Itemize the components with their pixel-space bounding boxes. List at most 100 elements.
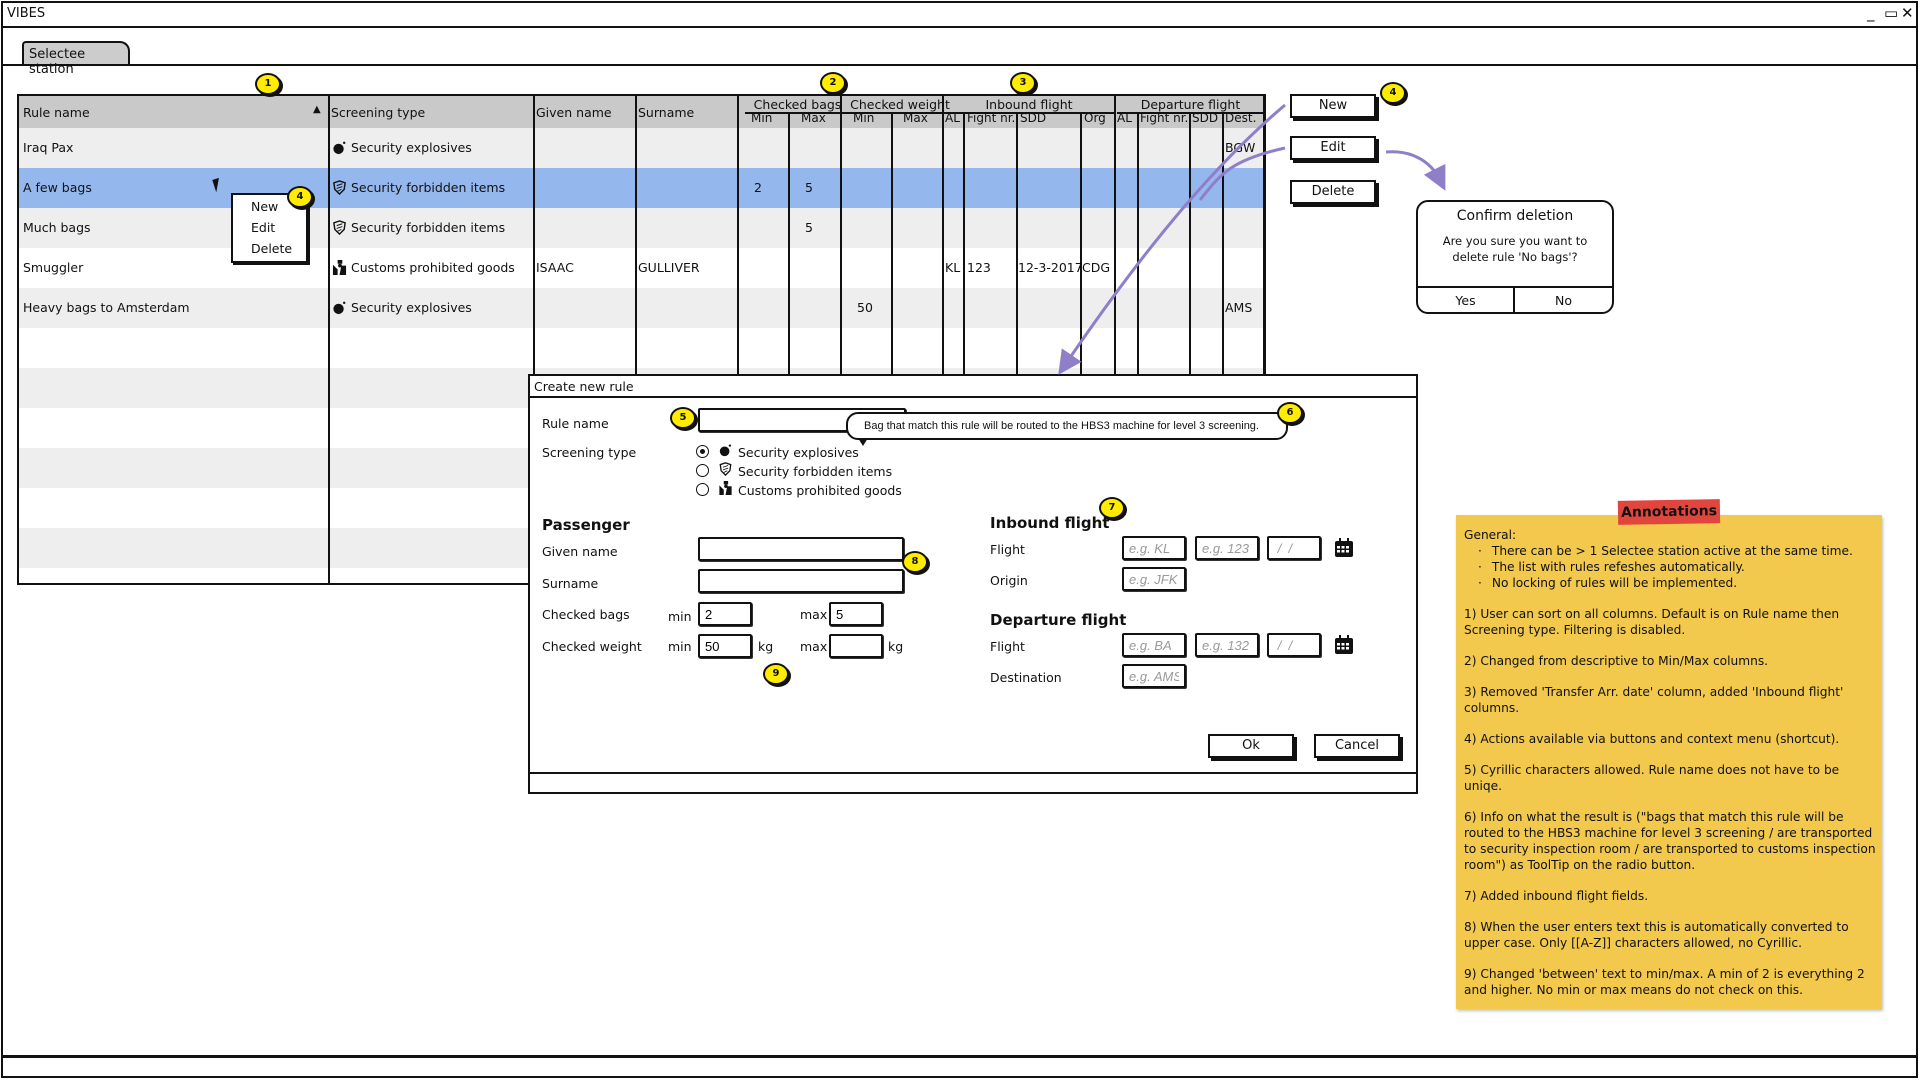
column-divider[interactable] (891, 113, 893, 376)
general-item: There can be > 1 Selectee station active… (1478, 543, 1876, 559)
inbound-airline-input[interactable] (1122, 536, 1186, 560)
confirm-dialog-buttons: Yes No (1418, 286, 1612, 314)
origin-input[interactable] (1122, 567, 1186, 591)
column-divider[interactable] (1080, 113, 1082, 376)
screening-tooltip: Bag that match this rule will be routed … (846, 412, 1288, 440)
cell-screening-type: Customs prohibited goods (332, 260, 515, 275)
column-divider[interactable] (1114, 96, 1116, 376)
inbound-flight-label: Flight (990, 542, 1025, 557)
bomb-icon (719, 444, 732, 457)
general-list: There can be > 1 Selectee station active… (1478, 543, 1876, 591)
cell-in-org: CDG (1082, 260, 1111, 275)
customs-officer-icon (719, 481, 732, 495)
col-header-inbound-sdd[interactable]: SDD (1020, 111, 1046, 125)
context-menu-edit[interactable]: Edit (251, 220, 275, 235)
option-security-explosives[interactable]: Security explosives (738, 445, 859, 460)
cell-screening-type: Security forbidden items (332, 180, 505, 196)
calendar-icon[interactable] (1334, 538, 1354, 558)
departure-airline-input[interactable] (1122, 633, 1186, 657)
radio-security-forbidden-items[interactable] (696, 464, 709, 477)
delete-button[interactable]: Delete (1290, 180, 1376, 204)
context-menu-new[interactable]: New (251, 199, 278, 214)
column-divider[interactable] (328, 96, 330, 583)
cell-rule-name: A few bags (23, 180, 92, 195)
col-header-surname[interactable]: Surname (638, 105, 694, 120)
table-row[interactable] (19, 288, 1264, 328)
new-button[interactable]: New (1290, 94, 1376, 118)
annotation-note: 5) Cyrillic characters allowed. Rule nam… (1464, 763, 1840, 793)
close-button[interactable]: ✕ (1901, 5, 1914, 21)
no-button[interactable]: No (1515, 288, 1612, 314)
annotation-note: 7) Added inbound flight fields. (1464, 889, 1649, 903)
callout-marker: 6 (1277, 402, 1303, 424)
ok-button[interactable]: Ok (1208, 734, 1294, 758)
column-divider[interactable] (963, 113, 965, 376)
calendar-icon[interactable] (1334, 635, 1354, 655)
table-row[interactable] (19, 208, 1264, 248)
col-header-inbound-al[interactable]: AL (945, 111, 960, 125)
radio-security-explosives[interactable] (696, 445, 709, 458)
table-row[interactable] (19, 328, 1264, 368)
column-divider[interactable] (788, 113, 790, 376)
maximize-button[interactable]: ▭ (1884, 5, 1898, 21)
option-security-forbidden-items[interactable]: Security forbidden items (738, 464, 892, 479)
col-header-departure-al[interactable]: AL (1117, 111, 1132, 125)
callout-marker: 3 (1010, 72, 1036, 94)
col-header-inbound-flight-nr[interactable]: Fight nr. (967, 111, 1015, 125)
annotation-note: 2) Changed from descriptive to Min/Max c… (1464, 654, 1769, 668)
customs-officer-icon (332, 260, 347, 275)
screening-type-text: Security explosives (351, 300, 472, 315)
column-divider[interactable] (1263, 96, 1264, 376)
column-divider[interactable] (942, 96, 944, 376)
edit-button[interactable]: Edit (1290, 136, 1376, 160)
weight-max-input[interactable] (829, 634, 883, 658)
window-title: VIBES (7, 6, 46, 21)
col-header-bags-max[interactable]: Max (801, 111, 826, 125)
context-menu-delete[interactable]: Delete (251, 241, 292, 256)
minimize-button[interactable]: _ (1867, 5, 1875, 21)
col-header-departure-dest[interactable]: Dest. (1225, 111, 1256, 125)
col-header-rule-name[interactable]: Rule name (23, 105, 90, 120)
callout-marker: 5 (670, 407, 696, 429)
bags-max-input[interactable] (829, 602, 883, 626)
inbound-date-input[interactable] (1267, 536, 1321, 560)
departure-date-input[interactable] (1267, 633, 1321, 657)
inbound-flight-number-input[interactable] (1195, 536, 1259, 560)
column-divider[interactable] (1016, 113, 1018, 376)
destination-input[interactable] (1122, 664, 1186, 688)
table-row[interactable] (19, 168, 1264, 208)
cancel-button[interactable]: Cancel (1314, 734, 1400, 758)
origin-label: Origin (990, 573, 1028, 588)
col-header-screening-type[interactable]: Screening type (331, 105, 425, 120)
sort-ascending-icon[interactable]: ▲ (313, 104, 321, 115)
confirm-message-line-2: delete rule 'No bags'? (1452, 250, 1578, 264)
col-header-weight-max[interactable]: Max (903, 111, 928, 125)
column-divider[interactable] (840, 96, 842, 376)
col-header-given-name[interactable]: Given name (536, 105, 612, 120)
tab-selectee-station[interactable]: Selectee station (22, 41, 130, 77)
col-header-bags-min[interactable]: Min (751, 111, 772, 125)
cell-dep-dest: BGW (1225, 140, 1256, 155)
radio-customs-prohibited-goods[interactable] (696, 483, 709, 496)
column-divider[interactable] (737, 96, 739, 376)
bags-min-input[interactable] (698, 602, 752, 626)
title-bar: VIBES _ ▭ ✕ (1, 1, 1918, 28)
yes-button[interactable]: Yes (1418, 288, 1515, 314)
callout-marker: 2 (820, 72, 846, 94)
destination-label: Destination (990, 670, 1062, 685)
weight-min-input[interactable] (698, 634, 752, 658)
option-customs-prohibited-goods[interactable]: Customs prohibited goods (738, 483, 902, 498)
column-divider[interactable] (1189, 113, 1191, 376)
col-header-departure-sdd[interactable]: SDD (1192, 111, 1218, 125)
col-header-weight-min[interactable]: Min (853, 111, 874, 125)
col-header-inbound-org[interactable]: Org (1084, 111, 1106, 125)
surname-input[interactable] (698, 569, 904, 593)
departure-flight-label: Flight (990, 639, 1025, 654)
cell-bags-max: 5 (805, 180, 813, 195)
column-divider[interactable] (1222, 113, 1224, 376)
col-header-departure-flight-nr[interactable]: Fight nr. (1140, 111, 1188, 125)
column-divider[interactable] (1137, 113, 1139, 376)
given-name-input[interactable] (698, 537, 904, 561)
table-row[interactable] (19, 128, 1264, 168)
departure-flight-number-input[interactable] (1195, 633, 1259, 657)
